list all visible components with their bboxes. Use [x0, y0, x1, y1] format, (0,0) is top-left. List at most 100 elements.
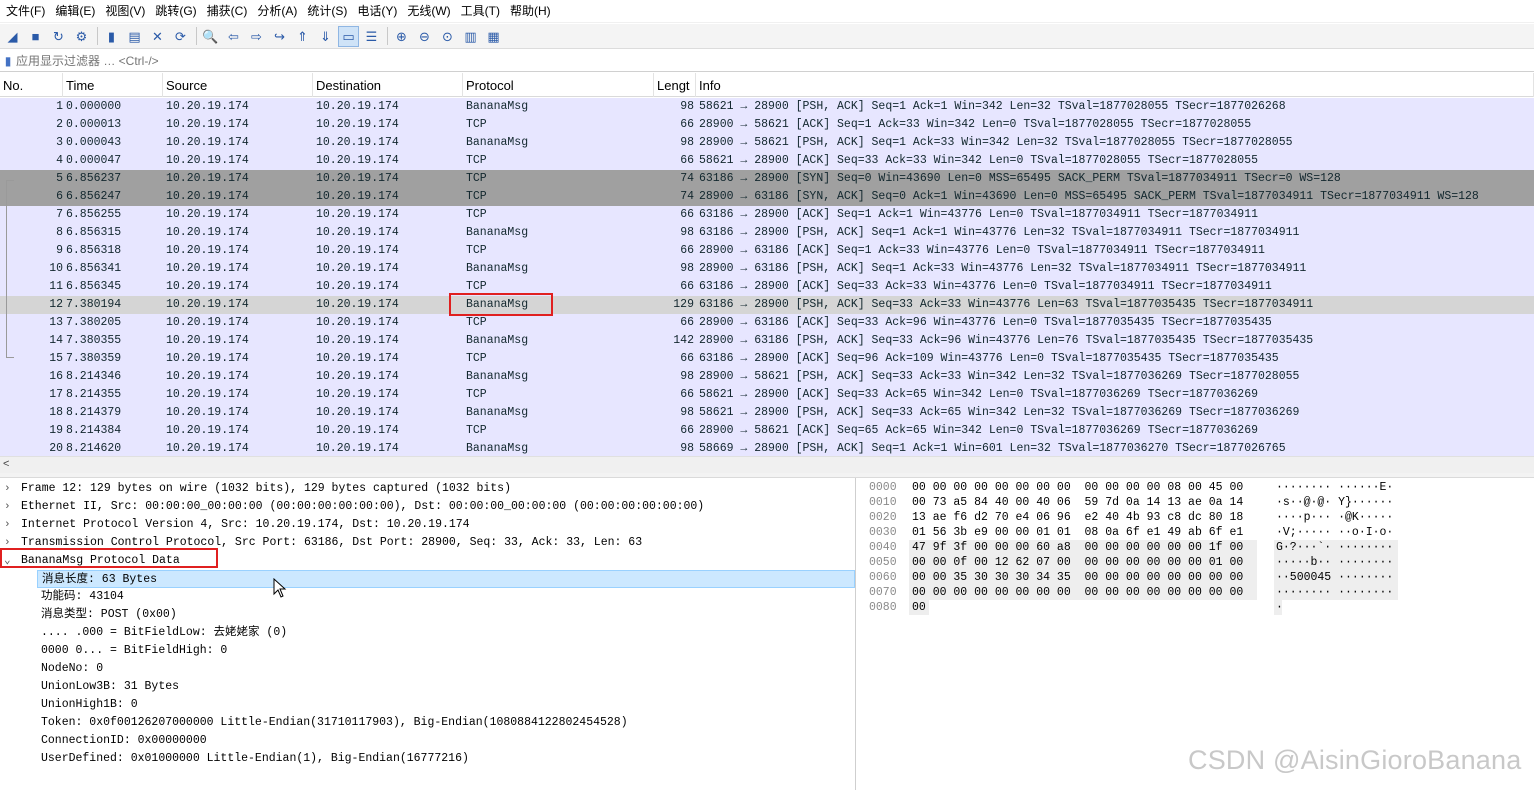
tree-row-text: NodeNo: 0	[41, 662, 104, 675]
auto-scroll-icon[interactable]: ▭	[338, 25, 359, 47]
packet-row[interactable]: 16 8.214346 10.20.19.174 10.20.19.174 Banana…	[0, 368, 1534, 386]
zoom-out-icon[interactable]: ⊖	[414, 26, 435, 47]
packet-row[interactable]: 1 0.000000 10.20.19.174 10.20.19.174 BananaM…	[0, 98, 1534, 116]
tree-field-row[interactable]: 功能码: 43104	[0, 588, 855, 606]
packet-cell-time: 6.856255	[66, 208, 122, 221]
column-header-length[interactable]: Lengt	[654, 73, 696, 97]
packet-row[interactable]: 8 6.856315 10.20.19.174 10.20.19.174 BananaM…	[0, 224, 1534, 242]
resize-columns-icon[interactable]: ▥	[460, 26, 481, 47]
tree-field-row[interactable]: NodeNo: 0	[0, 660, 855, 678]
packet-row[interactable]: 17 8.214355 10.20.19.174 10.20.19.174 TCP 66 5…	[0, 386, 1534, 404]
menu-item-5[interactable]: 分析(A)	[255, 0, 305, 23]
column-header-destination[interactable]: Destination	[313, 73, 463, 97]
tree-field-row[interactable]: ConnectionID: 0x00000000	[0, 732, 855, 750]
packet-cell-src: 10.20.19.174	[166, 316, 249, 329]
packet-cell-len: 66	[680, 208, 694, 221]
packet-cell-dst: 10.20.19.174	[316, 172, 399, 185]
packet-cell-info: 63186 → 28900 [ACK] Seq=96 Ack=109 Win=4…	[699, 352, 1279, 365]
banana-protocol-highlight-box	[0, 548, 218, 568]
column-header-protocol[interactable]: Protocol	[463, 73, 654, 97]
scroll-left-arrow-icon[interactable]: <	[3, 458, 9, 470]
packet-row[interactable]: 2 0.000013 10.20.19.174 10.20.19.174 TCP 66 28…	[0, 116, 1534, 134]
capture-options-icon[interactable]: ⚙	[71, 26, 92, 47]
packet-row[interactable]: 15 7.380359 10.20.19.174 10.20.19.174 TCP 66 6…	[0, 350, 1534, 368]
hex-ascii: ····p··· ·@K·····	[1276, 511, 1394, 524]
packet-cell-dst: 10.20.19.174	[316, 424, 399, 437]
packet-cell-info: 58621 → 28900 [ACK] Seq=33 Ack=33 Win=34…	[699, 154, 1258, 167]
go-first-icon[interactable]: ⇑	[292, 26, 313, 47]
hex-off: 0030	[869, 526, 897, 539]
tree-field-row[interactable]: UserDefined: 0x01000000 Little-Endian(1)…	[0, 750, 855, 768]
packet-list-hscrollbar[interactable]: <	[0, 456, 1534, 473]
find-packet-icon[interactable]: 🔍	[200, 26, 221, 47]
menu-item-9[interactable]: 工具(T)	[459, 0, 508, 23]
packet-row[interactable]: 19 8.214384 10.20.19.174 10.20.19.174 TCP 66 2…	[0, 422, 1534, 440]
tree-row-text: 消息类型: POST (0x00)	[41, 608, 177, 621]
display-filter-input[interactable]	[16, 51, 1496, 71]
packet-row[interactable]: 18 8.214379 10.20.19.174 10.20.19.174 Banana…	[0, 404, 1534, 422]
tree-field-row[interactable]: Token: 0x0f00126207000000 Little-Endian(…	[0, 714, 855, 732]
column-header-source[interactable]: Source	[163, 73, 313, 97]
go-to-packet-icon[interactable]: ↪	[269, 26, 290, 47]
tree-protocol-row[interactable]: › Internet Protocol Version 4, Src: 10.20…	[0, 516, 855, 534]
packet-row[interactable]: 13 7.380205 10.20.19.174 10.20.19.174 TCP 66 2…	[0, 314, 1534, 332]
go-back-icon[interactable]: ⇦	[223, 26, 244, 47]
packet-bytes-pane: 0000 00 00 00 00 00 00 00 00 00 00 00 00 …	[862, 478, 1534, 790]
restart-icon[interactable]: ↻	[48, 26, 69, 47]
packet-row[interactable]: 6 6.856247 10.20.19.174 10.20.19.174 TCP 74 28…	[0, 188, 1534, 206]
packet-row[interactable]: 10 6.856341 10.20.19.174 10.20.19.174 Banana…	[0, 260, 1534, 278]
packet-row[interactable]: 11 6.856345 10.20.19.174 10.20.19.174 TCP 66 6…	[0, 278, 1534, 296]
hex-ascii: ·····b·· ········	[1276, 556, 1394, 569]
tree-protocol-row[interactable]: › Ethernet II, Src: 00:00:00_00:00:00 (00…	[0, 498, 855, 516]
save-file-icon[interactable]: ▤	[124, 26, 145, 47]
menu-item-2[interactable]: 视图(V)	[103, 0, 153, 23]
menu-item-3[interactable]: 跳转(G)	[153, 0, 204, 23]
column-header-no[interactable]: No.	[0, 73, 63, 97]
tree-field-row[interactable]: 消息长度: 63 Bytes	[37, 570, 855, 588]
packet-cell-src: 10.20.19.174	[166, 172, 249, 185]
column-header-info[interactable]: Info	[696, 73, 1534, 97]
tree-field-row[interactable]: UnionLow3B: 31 Bytes	[0, 678, 855, 696]
packet-cell-len: 129	[673, 298, 694, 311]
shark-fin-start-icon[interactable]: ◢	[2, 26, 23, 47]
column-header-time[interactable]: Time	[63, 73, 163, 97]
packet-cell-time: 8.214620	[66, 442, 122, 455]
layout-icon[interactable]: ▦	[483, 26, 504, 47]
packet-row[interactable]: 12 7.380194 10.20.19.174 10.20.19.174 Banana…	[0, 296, 1534, 314]
tree-protocol-row[interactable]: › Frame 12: 129 bytes on wire (1032 bits)…	[0, 480, 855, 498]
open-file-icon[interactable]: ▮	[101, 26, 122, 47]
filter-bookmark-icon[interactable]: ▮	[0, 52, 16, 71]
collapsed-arrow-icon[interactable]: ›	[4, 480, 16, 498]
packet-row[interactable]: 20 8.214620 10.20.19.174 10.20.19.174 Banana…	[0, 440, 1534, 456]
tree-row-text: UnionLow3B: 31 Bytes	[41, 680, 180, 693]
tree-field-row[interactable]: 0000 0... = BitFieldHigh: 0	[0, 642, 855, 660]
packet-cell-no: 20	[49, 442, 63, 455]
reload-icon[interactable]: ⟳	[170, 26, 191, 47]
colorize-icon[interactable]: ☰	[361, 26, 382, 47]
packet-row[interactable]: 7 6.856255 10.20.19.174 10.20.19.174 TCP 66 63…	[0, 206, 1534, 224]
packet-row[interactable]: 3 0.000043 10.20.19.174 10.20.19.174 BananaM…	[0, 134, 1534, 152]
menu-item-10[interactable]: 帮助(H)	[508, 0, 559, 23]
tree-field-row[interactable]: UnionHigh1B: 0	[0, 696, 855, 714]
collapsed-arrow-icon[interactable]: ›	[4, 516, 16, 534]
stop-icon[interactable]: ■	[25, 26, 46, 47]
menu-item-6[interactable]: 统计(S)	[305, 0, 355, 23]
packet-cell-len: 66	[680, 316, 694, 329]
go-forward-icon[interactable]: ⇨	[246, 26, 267, 47]
collapsed-arrow-icon[interactable]: ›	[4, 498, 16, 516]
go-last-icon[interactable]: ⇓	[315, 26, 336, 47]
packet-row[interactable]: 9 6.856318 10.20.19.174 10.20.19.174 TCP 66 28…	[0, 242, 1534, 260]
tree-field-row[interactable]: .... .000 = BitFieldLow: 去姥姥家 (0)	[0, 624, 855, 642]
menu-item-7[interactable]: 电话(Y)	[355, 0, 405, 23]
menu-item-1[interactable]: 编辑(E)	[53, 0, 103, 23]
menu-item-4[interactable]: 捕获(C)	[205, 0, 256, 23]
packet-row[interactable]: 14 7.380355 10.20.19.174 10.20.19.174 Banana…	[0, 332, 1534, 350]
zoom-in-icon[interactable]: ⊕	[391, 26, 412, 47]
normal-size-icon[interactable]: ⊙	[437, 26, 458, 47]
close-file-icon[interactable]: ✕	[147, 26, 168, 47]
packet-row[interactable]: 5 6.856237 10.20.19.174 10.20.19.174 TCP 74 63…	[0, 170, 1534, 188]
tree-field-row[interactable]: 消息类型: POST (0x00)	[0, 606, 855, 624]
packet-row[interactable]: 4 0.000047 10.20.19.174 10.20.19.174 TCP 66 58…	[0, 152, 1534, 170]
menu-item-0[interactable]: 文件(F)	[4, 0, 53, 23]
menu-item-8[interactable]: 无线(W)	[405, 0, 458, 23]
